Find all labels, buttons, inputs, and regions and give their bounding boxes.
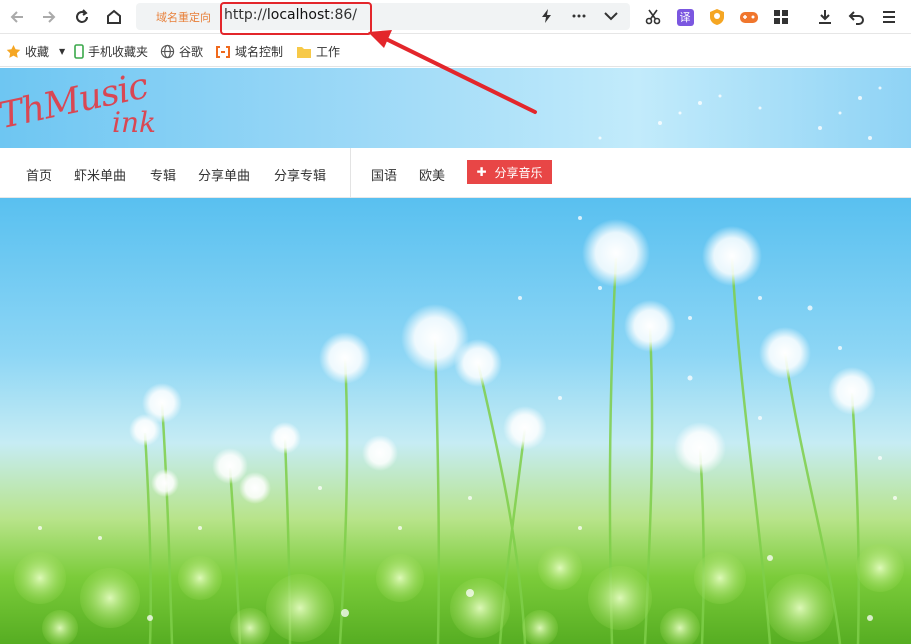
home-icon[interactable]	[103, 6, 125, 28]
dandelion-illustration	[14, 216, 904, 644]
lightning-icon[interactable]	[536, 5, 558, 27]
chevron-down-icon[interactable]	[600, 5, 622, 27]
bookmark-work[interactable]: 工作	[296, 43, 340, 60]
reload-icon[interactable]	[71, 6, 93, 28]
more-icon[interactable]	[568, 5, 590, 27]
nav-xiami-singles[interactable]: 虾米单曲	[74, 165, 126, 184]
bracket-logo-icon	[215, 45, 231, 59]
nav-mandarin[interactable]: 国语	[371, 165, 397, 184]
star-icon	[6, 44, 21, 59]
undo-icon[interactable]	[846, 6, 868, 28]
game-extension-icon[interactable]	[738, 6, 760, 28]
nav-home[interactable]: 首页	[26, 165, 52, 184]
bookmarks-bar: 收藏 ▼ 手机收藏夹 谷歌 域名控制 工作	[0, 35, 911, 67]
bookmark-mobile[interactable]: 手机收藏夹	[74, 43, 148, 60]
site-nav: 首页 虾米单曲 专辑 分享单曲 分享专辑 国语 欧美 ✚ 分享音乐	[0, 148, 911, 198]
phone-icon	[74, 44, 84, 59]
scissors-icon[interactable]	[642, 6, 664, 28]
translate-icon[interactable]: 译	[674, 6, 696, 28]
caret-down-icon[interactable]: ▼	[59, 47, 65, 56]
url-highlight-box	[220, 2, 372, 35]
bookmark-google[interactable]: 谷歌	[160, 43, 203, 60]
plus-icon: ✚	[476, 165, 487, 179]
nav-western[interactable]: 欧美	[419, 165, 445, 184]
forward-arrow-icon[interactable]	[38, 6, 60, 28]
hero-image	[0, 198, 911, 644]
back-arrow-icon[interactable]	[6, 6, 28, 28]
site-logo-subtitle: ink	[112, 106, 156, 139]
nav-albums[interactable]: 专辑	[150, 165, 176, 184]
globe-icon	[160, 44, 175, 59]
site-header-banner: ThMusic ink	[0, 68, 911, 148]
address-bar[interactable]: 域名重定向 http://localhost:86/	[136, 3, 630, 30]
bookmark-favorites[interactable]: 收藏 ▼	[6, 43, 65, 60]
share-music-button[interactable]: ✚ 分享音乐	[467, 160, 552, 184]
redirect-tag: 域名重定向	[156, 11, 211, 24]
nav-shared-albums[interactable]: 分享专辑	[274, 165, 326, 184]
folder-icon	[296, 45, 312, 59]
shield-extension-icon[interactable]	[706, 6, 728, 28]
apps-grid-icon[interactable]	[770, 6, 792, 28]
download-icon[interactable]	[814, 6, 836, 28]
nav-divider	[350, 148, 351, 198]
browser-toolbar: 域名重定向 http://localhost:86/ 译	[0, 0, 911, 34]
bookmark-domain-control[interactable]: 域名控制	[215, 43, 283, 60]
menu-icon[interactable]	[878, 6, 900, 28]
nav-shared-singles[interactable]: 分享单曲	[198, 165, 250, 184]
